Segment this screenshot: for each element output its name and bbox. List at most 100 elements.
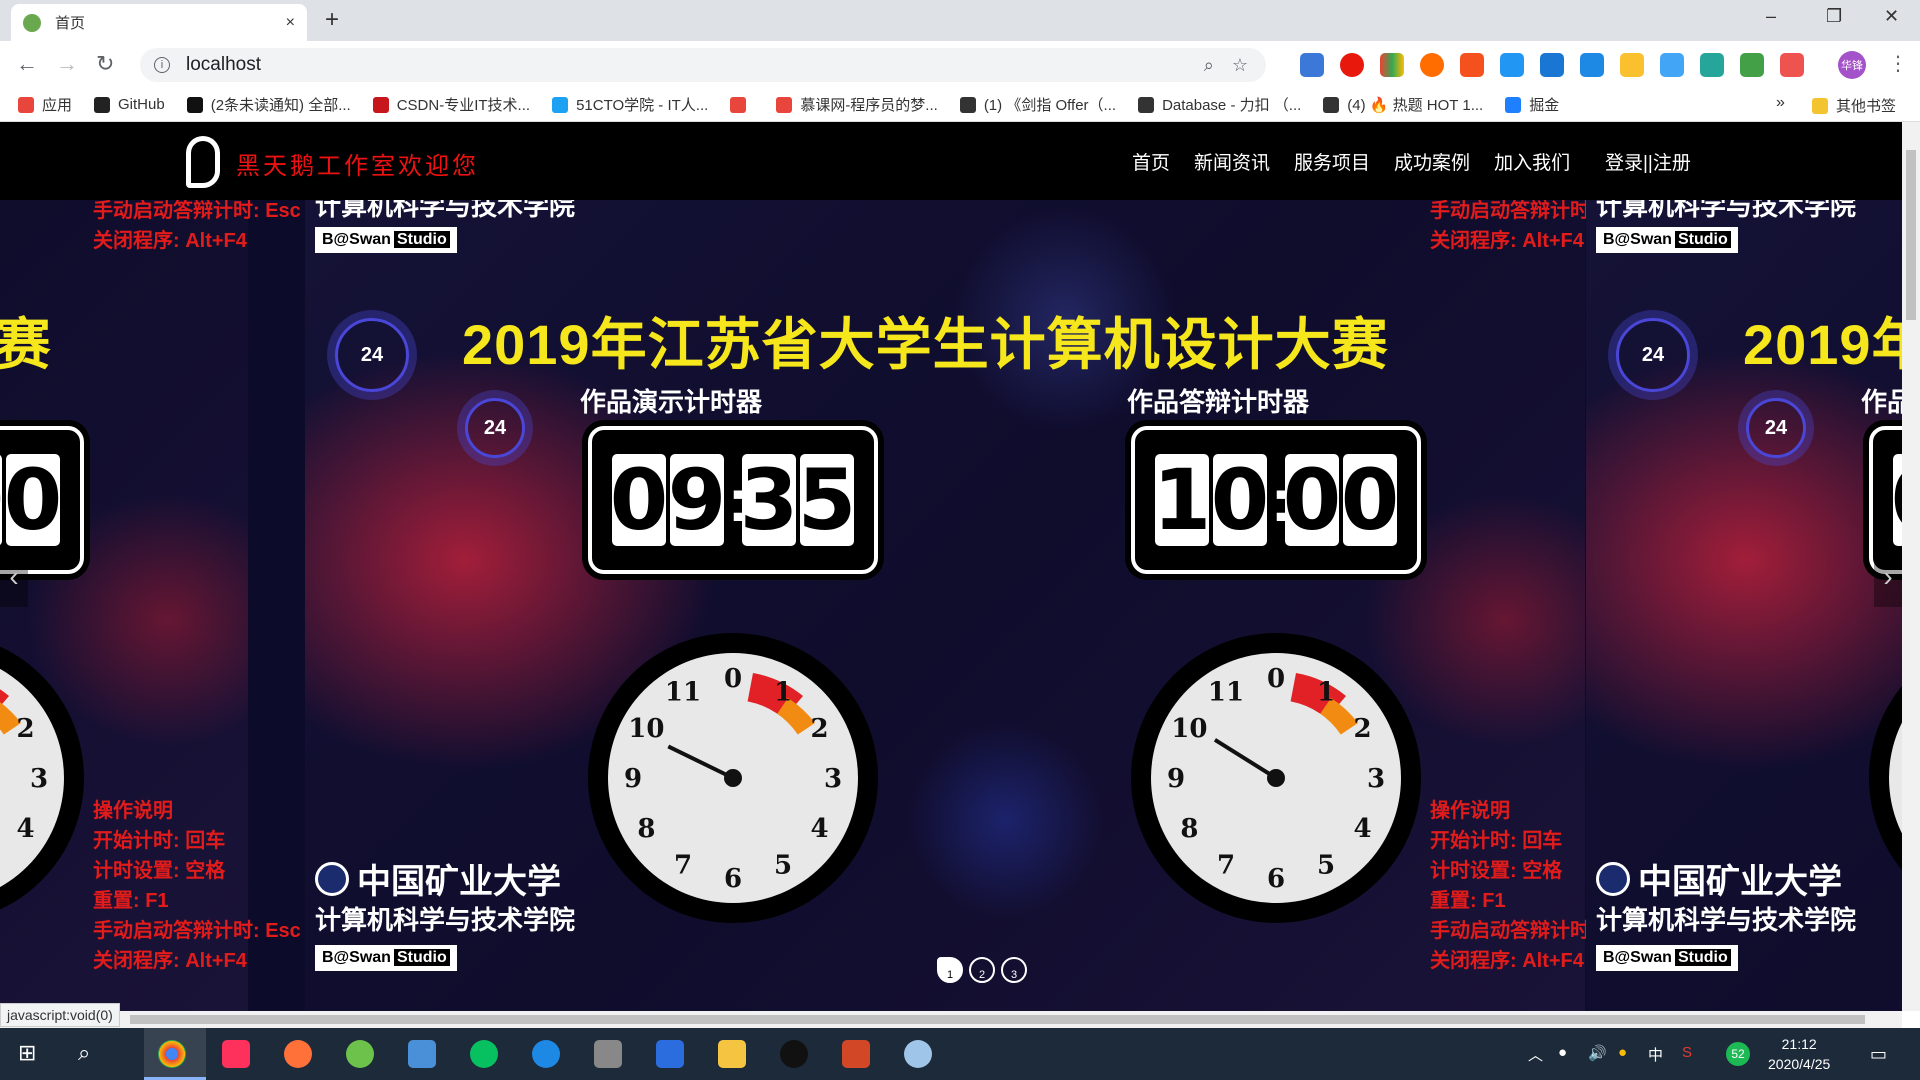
file-explorer-icon[interactable] bbox=[718, 1040, 746, 1068]
url-text[interactable]: localhost bbox=[186, 54, 1204, 76]
bookmarks-more-button[interactable]: » bbox=[1776, 94, 1785, 112]
site-brand[interactable]: 黑天鹅工作室欢迎您 bbox=[236, 146, 479, 181]
analog-clock: 01234567891011 bbox=[1131, 633, 1421, 923]
extension-icon[interactable] bbox=[1420, 53, 1444, 77]
kugou-icon[interactable] bbox=[532, 1040, 560, 1068]
remote-desktop-icon[interactable] bbox=[408, 1040, 436, 1068]
zoom-icon[interactable]: ⌕ bbox=[1204, 55, 1214, 76]
notification-icon[interactable]: ▭ bbox=[1870, 1044, 1887, 1065]
swan-logo-icon[interactable] bbox=[186, 136, 220, 188]
address-bar[interactable]: i localhost ⌕ ☆ bbox=[140, 48, 1266, 82]
timer-digit: 3 bbox=[739, 451, 799, 549]
timer-digit: 0 bbox=[1282, 451, 1342, 549]
windows-start-icon[interactable]: ⊞ bbox=[18, 1040, 36, 1066]
extension-icon[interactable] bbox=[1660, 53, 1684, 77]
extension-icon[interactable] bbox=[1340, 53, 1364, 77]
wps-icon[interactable] bbox=[656, 1040, 684, 1068]
bookmark-item[interactable]: GitHub bbox=[94, 96, 165, 113]
nav-news[interactable]: 新闻资讯 bbox=[1194, 148, 1270, 175]
bookmark-item[interactable]: 慕课网-程序员的梦... bbox=[776, 94, 938, 115]
extension-icon[interactable] bbox=[1620, 53, 1644, 77]
studio-text-a: B@Swan bbox=[1603, 949, 1672, 966]
bookmark-item[interactable]: (1) 《剑指 Offer（... bbox=[959, 94, 1116, 115]
university-emblem-icon bbox=[315, 861, 349, 896]
bookmark-favicon-icon bbox=[186, 96, 203, 113]
powerpoint-icon[interactable] bbox=[842, 1040, 870, 1068]
back-arrow-icon[interactable]: ← bbox=[16, 51, 38, 77]
university-name: 中国矿业大学 bbox=[315, 854, 561, 903]
carousel-prev-button[interactable]: ‹ bbox=[0, 547, 28, 607]
reload-icon[interactable]: ↻ bbox=[96, 51, 114, 77]
extension-icon[interactable] bbox=[1300, 53, 1324, 77]
bookmark-star-icon[interactable]: ☆ bbox=[1232, 55, 1248, 76]
search-icon[interactable]: ⌕ bbox=[78, 1040, 90, 1066]
chrome-icon[interactable] bbox=[158, 1040, 186, 1068]
horizontal-scrollbar[interactable] bbox=[0, 1011, 1902, 1028]
carousel-dot[interactable]: 1 bbox=[937, 957, 963, 983]
minimize-button[interactable]: – bbox=[1766, 6, 1776, 27]
extension-icon[interactable] bbox=[1500, 53, 1524, 77]
nav-home[interactable]: 首页 bbox=[1132, 148, 1170, 175]
nav-join[interactable]: 加入我们 bbox=[1494, 148, 1570, 175]
tray-badge[interactable]: 52 bbox=[1726, 1042, 1750, 1066]
bookmark-item[interactable]: 应用 bbox=[18, 94, 72, 115]
forward-arrow-icon[interactable]: → bbox=[56, 51, 78, 77]
bookmark-favicon-icon bbox=[776, 96, 793, 113]
bookmark-item[interactable]: (2条未读通知) 全部... bbox=[186, 94, 351, 115]
nav-services[interactable]: 服务项目 bbox=[1294, 148, 1370, 175]
bookmark-favicon-icon bbox=[1138, 96, 1155, 113]
qq-tray-icon[interactable]: ● bbox=[1558, 1044, 1567, 1061]
sogou-icon[interactable]: S bbox=[1682, 1044, 1692, 1061]
bookmark-item[interactable]: Database - 力扣 （... bbox=[1138, 94, 1301, 115]
qq-icon[interactable] bbox=[780, 1040, 808, 1068]
ime-indicator[interactable]: 中 bbox=[1648, 1044, 1663, 1065]
volume-icon[interactable]: 🔊 bbox=[1588, 1044, 1607, 1062]
timer-digit: 1 bbox=[1152, 451, 1212, 549]
intellij-icon[interactable] bbox=[222, 1040, 250, 1068]
clock-number: 2 bbox=[1354, 714, 1372, 744]
info-icon[interactable]: i bbox=[154, 57, 170, 73]
bookmark-label: 应用 bbox=[42, 97, 73, 114]
bookmark-item[interactable]: CSDN-专业IT技术... bbox=[372, 94, 530, 115]
department-name: 计算机科学与技术学院 bbox=[1596, 200, 1857, 221]
tab-close-icon[interactable]: × bbox=[286, 14, 295, 32]
system-clock[interactable]: 21:12 2020/4/25 bbox=[1768, 1034, 1830, 1074]
extension-icon[interactable] bbox=[1460, 53, 1484, 77]
carousel-next-button[interactable]: › bbox=[1874, 547, 1902, 607]
bookmark-item[interactable] bbox=[730, 96, 754, 113]
bookmark-item[interactable]: 掘金 bbox=[1505, 94, 1559, 115]
extension-icon[interactable] bbox=[1380, 53, 1404, 77]
profile-avatar[interactable]: 华锋 bbox=[1838, 51, 1866, 79]
browser-tab[interactable]: 首页 × bbox=[11, 4, 307, 41]
app-icon[interactable] bbox=[346, 1040, 374, 1068]
extension-icon[interactable] bbox=[1780, 53, 1804, 77]
instructions-title: 操作说明 bbox=[93, 800, 173, 822]
extension-icon[interactable] bbox=[1740, 53, 1764, 77]
menu-kebab-icon[interactable]: ⋮ bbox=[1888, 51, 1908, 76]
settings-gear-icon[interactable] bbox=[594, 1040, 622, 1068]
close-window-button[interactable]: ✕ bbox=[1884, 6, 1899, 27]
firefox-icon[interactable] bbox=[284, 1040, 312, 1068]
extension-icon[interactable] bbox=[1580, 53, 1604, 77]
paint-icon[interactable] bbox=[904, 1040, 932, 1068]
extension-icon[interactable] bbox=[1700, 53, 1724, 77]
studio-text-a: B@Swan bbox=[322, 949, 391, 966]
bookmark-item[interactable]: (4) 🔥 热题 HOT 1... bbox=[1323, 94, 1483, 115]
tray-app-icon[interactable]: ● bbox=[1618, 1044, 1627, 1061]
carousel-dot[interactable]: 2 bbox=[969, 957, 995, 983]
restore-button[interactable]: ❐ bbox=[1826, 6, 1842, 27]
other-bookmarks[interactable]: 其他书签 bbox=[1812, 95, 1896, 116]
carousel-dot[interactable]: 3 bbox=[1001, 957, 1027, 983]
tray-chevron-icon[interactable]: ︿ bbox=[1528, 1044, 1543, 1065]
scrollbar-thumb[interactable] bbox=[130, 1015, 1865, 1024]
login-register-link[interactable]: 登录||注册 bbox=[1605, 148, 1691, 175]
nav-cases[interactable]: 成功案例 bbox=[1394, 148, 1470, 175]
bookmark-item[interactable]: 51CTO学院 - IT人... bbox=[552, 94, 708, 115]
vertical-scrollbar[interactable] bbox=[1902, 122, 1920, 1011]
new-tab-button[interactable]: + bbox=[325, 6, 339, 34]
wechat-icon[interactable] bbox=[470, 1040, 498, 1068]
scrollbar-thumb[interactable] bbox=[1906, 150, 1916, 320]
university-emblem-icon bbox=[1596, 861, 1630, 896]
analog-clock: 01234567891011 bbox=[0, 646, 84, 910]
extension-icon[interactable] bbox=[1540, 53, 1564, 77]
